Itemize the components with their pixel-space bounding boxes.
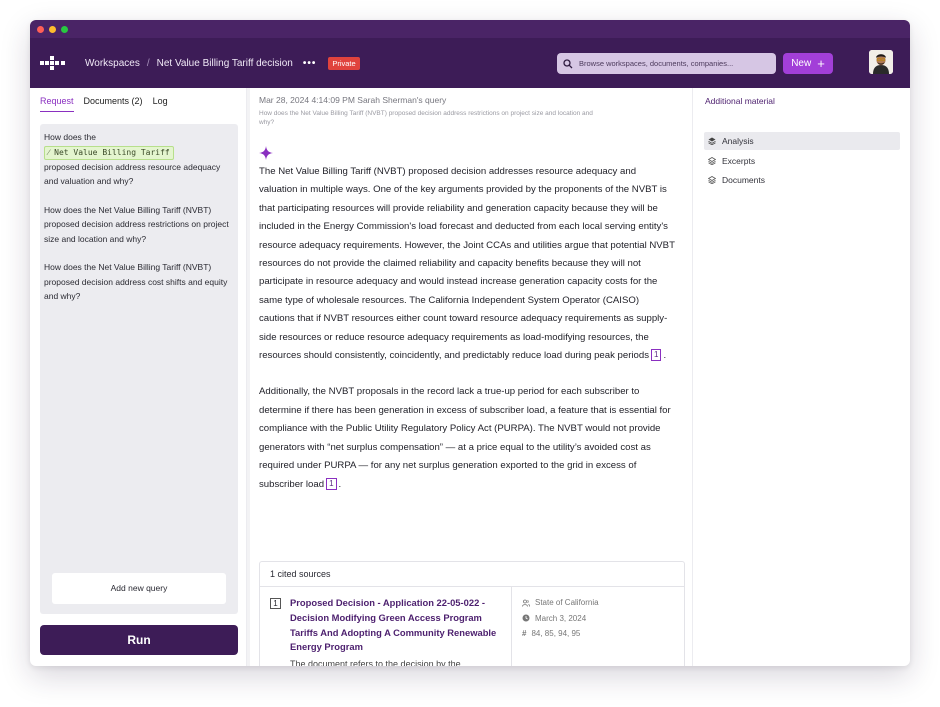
answer-text: The Net Value Billing Tariff (NVBT) prop… [259,163,677,512]
user-avatar-icon [869,50,893,74]
breadcrumb-workspaces[interactable]: Workspaces [85,58,140,69]
source-details: 1 Proposed Decision - Application 22-05-… [260,587,512,666]
close-window-dot[interactable] [37,25,44,33]
material-item-label: Documents [722,175,765,185]
tab-log[interactable]: Log [153,96,168,112]
sparkle-icon [259,146,273,160]
people-icon [522,599,530,607]
answer-paragraph-text: Additionally, the NVBT proposals in the … [259,386,671,490]
layers-icon [708,156,716,165]
material-item-documents[interactable]: Documents [704,171,900,189]
source-jurisdiction: State of California [522,595,599,611]
jurisdiction-text: State of California [535,598,599,607]
hash-icon: # [522,629,527,638]
more-options-button[interactable]: ••• [303,58,317,69]
material-item-label: Analysis [722,136,754,146]
query-subtitle: How does the Net Value Billing Tariff (N… [259,110,593,126]
breadcrumb: Workspaces / Net Value Billing Tariff de… [85,38,360,88]
query-text: How does the [44,132,96,142]
source-number: 1 [270,598,281,609]
query-meta: Mar 28, 2024 4:14:09 PM Sarah Sherman's … [259,95,447,105]
paragraph-end: . [338,478,342,490]
query-list: How does the ⁄ Net Value Billing Tariff … [40,124,238,614]
material-list: Analysis Excerpts Documents [694,114,910,189]
query-text: How does the Net Value Billing Tariff (N… [44,262,228,301]
add-query-button[interactable]: Add new query [52,573,226,604]
window-titlebar [30,20,910,38]
tab-documents[interactable]: Documents (2) [84,96,143,112]
answer-paragraph: Additionally, the NVBT proposals in the … [259,383,677,493]
answer-paragraph: The Net Value Billing Tariff (NVBT) prop… [259,163,677,365]
cited-sources-panel: 1 cited sources 1 Proposed Decision - Ap… [259,561,685,666]
new-button[interactable]: New + [783,53,833,74]
breadcrumb-separator: / [146,57,150,69]
app-window: Workspaces / Net Value Billing Tariff de… [30,20,910,666]
layers-icon [708,137,716,145]
search-input[interactable] [579,59,759,68]
citation-marker[interactable]: 1 [326,477,337,490]
additional-material-title: Additional material [705,96,775,106]
query-sidebar: Request Documents (2) Log How does the ⁄… [30,88,247,666]
search-bar[interactable] [557,53,776,74]
source-pages: # 84, 85, 94, 95 [522,626,599,642]
clock-icon [522,614,530,622]
main-content: Request Documents (2) Log How does the ⁄… [30,88,910,666]
document-tag[interactable]: ⁄ Net Value Billing Tariff [44,145,174,160]
paragraph-end: . [663,350,667,362]
pages-text: 84, 85, 94, 95 [531,629,581,638]
query-text: How does the Net Value Billing Tariff (N… [44,204,229,244]
query-item[interactable]: How does the Net Value Billing Tariff (N… [44,203,234,247]
date-text: March 3, 2024 [535,613,587,623]
tab-request[interactable]: Request [40,96,74,112]
cited-sources-header: 1 cited sources [260,562,684,587]
maximize-window-dot[interactable] [61,25,68,33]
query-text: proposed decision address resource adequ… [44,161,221,187]
answer-panel: Mar 28, 2024 4:14:09 PM Sarah Sherman's … [247,88,693,666]
material-item-excerpts[interactable]: Excerpts [704,152,900,170]
search-icon [563,58,573,68]
answer-paragraph-text: The Net Value Billing Tariff (NVBT) prop… [259,166,675,362]
layers-icon [708,176,716,184]
material-item-label: Excerpts [722,155,756,166]
minimize-window-dot[interactable] [49,25,56,33]
app-logo-icon[interactable] [40,56,66,70]
source-title-link[interactable]: Proposed Decision - Application 22-05-02… [290,596,501,655]
private-badge: Private [328,56,360,70]
top-navigation: Workspaces / Net Value Billing Tariff de… [30,38,910,88]
query-item[interactable]: How does the Net Value Billing Tariff (N… [44,260,234,304]
source-row[interactable]: 1 Proposed Decision - Application 22-05-… [260,587,684,666]
source-snippet: The document refers to the decision by t… [290,659,461,666]
user-avatar[interactable] [869,50,893,74]
query-item[interactable]: How does the ⁄ Net Value Billing Tariff … [44,130,234,189]
plus-icon: + [817,55,825,71]
new-button-label: New [791,58,812,69]
sidebar-tabs: Request Documents (2) Log [30,88,246,112]
additional-material-panel: Additional material Analysis Excerpts Do… [694,88,910,666]
citation-marker[interactable]: 1 [651,349,662,362]
run-button[interactable]: Run [40,625,238,655]
breadcrumb-current[interactable]: Net Value Billing Tariff decision [157,58,293,69]
source-metadata: State of California March 3, 2024 # 84, … [512,587,609,666]
material-item-analysis[interactable]: Analysis [704,132,900,150]
source-date: March 3, 2024 [522,611,599,627]
